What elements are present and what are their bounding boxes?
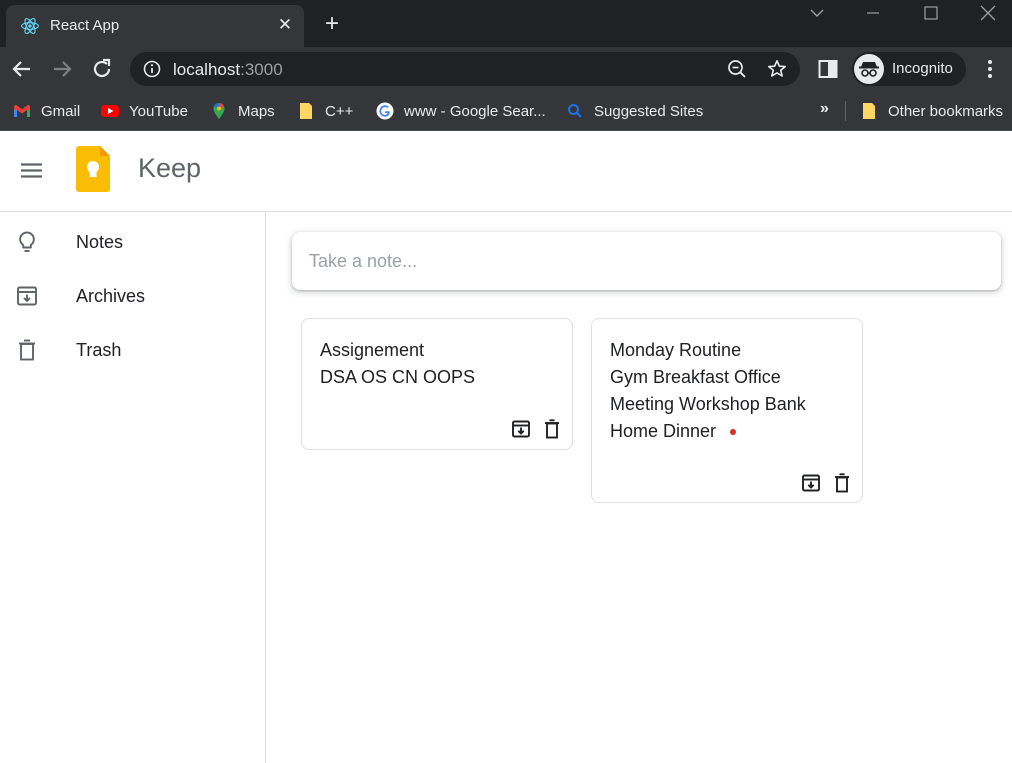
sidebar-item-label: Archives (76, 286, 146, 306)
note-title: Monday Routine (610, 340, 742, 360)
sidebar-item-label: Trash (76, 340, 122, 360)
browser-menu-icon[interactable] (978, 57, 1002, 81)
bookmarks-divider (845, 101, 846, 121)
note-card[interactable]: Monday Routine Gym Breakfast Office Meet… (591, 318, 863, 503)
bookmark-label: YouTube (129, 102, 188, 120)
back-icon[interactable] (10, 57, 34, 81)
note-content-line: Meeting Workshop Bank (610, 394, 806, 414)
forward-icon[interactable] (50, 57, 74, 81)
archive-icon[interactable] (800, 472, 822, 494)
take-note-input[interactable] (292, 232, 1001, 290)
keep-app: Keep Notes Archives Trash Take a note...… (0, 132, 1012, 763)
archive-icon[interactable] (510, 418, 532, 440)
new-tab-icon[interactable]: + (320, 12, 344, 36)
note-title: Assignement (320, 340, 425, 360)
tab-close-icon[interactable]: ✕ (274, 14, 296, 36)
folder-icon (863, 103, 875, 119)
bookmark-cpp-folder[interactable]: C++ (297, 100, 353, 122)
bookmark-label: Gmail (41, 102, 81, 120)
delete-icon[interactable] (831, 472, 853, 494)
react-logo-icon (21, 18, 39, 34)
folder-icon (300, 103, 312, 119)
note-content-line: Gym Breakfast Office (610, 367, 781, 387)
gmail-icon (14, 104, 30, 117)
sidebar-item-label: Notes (76, 232, 124, 252)
youtube-icon (101, 105, 119, 117)
bookmark-label: Suggested Sites (594, 102, 704, 120)
side-panel-icon[interactable] (816, 57, 840, 81)
bookmarks-bar: Gmail YouTube Maps C++ www - Google Sear… (0, 91, 1012, 131)
bookmark-youtube[interactable]: YouTube (101, 100, 188, 122)
bookmark-suggested-sites[interactable]: Suggested Sites (566, 100, 703, 122)
incognito-icon (854, 54, 884, 84)
address-bar[interactable]: localhost:3000 (130, 52, 800, 86)
search-icon (568, 104, 582, 118)
zoom-out-icon[interactable] (727, 59, 747, 79)
bookmark-gmail[interactable]: Gmail (13, 100, 80, 122)
window-close-icon[interactable] (977, 4, 999, 22)
bookmark-star-icon[interactable] (767, 59, 787, 79)
bookmark-label: C++ (325, 102, 354, 120)
hamburger-menu-icon[interactable] (19, 158, 45, 184)
sidebar-item-notes[interactable]: Notes (0, 214, 265, 268)
incognito-label: Incognito (892, 60, 953, 77)
bookmark-maps[interactable]: Maps (210, 100, 275, 122)
url-port: :3000 (240, 60, 283, 79)
delete-icon[interactable] (541, 418, 563, 440)
sidebar-item-trash[interactable]: Trash (0, 322, 265, 376)
note-card[interactable]: Assignement DSA OS CN OOPS (301, 318, 573, 450)
bookmark-label: Maps (238, 102, 275, 120)
sidebar: Notes Archives Trash (0, 212, 266, 763)
tab-search-chevron-icon[interactable] (806, 4, 828, 22)
bookmark-other-bookmarks[interactable]: Other bookmarks (860, 100, 1003, 122)
bookmark-google-search[interactable]: www - Google Sear... (376, 100, 546, 122)
browser-toolbar: localhost:3000 Incognito (0, 47, 1012, 91)
lightbulb-icon (19, 231, 35, 252)
note-content-line: DSA OS CN OOPS (320, 367, 476, 387)
app-header: Keep (0, 132, 1012, 212)
browser-tab[interactable]: React App ✕ (6, 5, 304, 47)
keep-logo-icon (76, 146, 110, 192)
cursor-dot (730, 429, 737, 435)
note-content-line: Home Dinner (610, 421, 717, 441)
incognito-profile-button[interactable]: Incognito (852, 52, 966, 86)
tab-title: React App (50, 17, 120, 34)
app-title: Keep (138, 153, 202, 183)
trash-icon (19, 339, 35, 361)
note-content-line-wrap: Home Dinner (610, 421, 737, 442)
google-icon (376, 102, 394, 120)
take-note-box[interactable] (292, 232, 1001, 290)
minimize-icon[interactable] (862, 4, 884, 22)
url-host: localhost (173, 60, 241, 79)
archive-icon (17, 286, 37, 306)
bookmarks-overflow-icon[interactable]: » (820, 100, 829, 118)
url-text: localhost:3000 (173, 60, 283, 80)
site-info-icon[interactable] (143, 60, 161, 78)
bookmark-label: www - Google Sear... (404, 102, 546, 120)
bookmark-label: Other bookmarks (888, 102, 1004, 120)
maps-icon (213, 103, 225, 119)
sidebar-item-archives[interactable]: Archives (0, 268, 265, 322)
reload-icon[interactable] (90, 57, 114, 81)
tab-strip: React App ✕ + (0, 0, 1012, 47)
maximize-icon[interactable] (920, 4, 942, 22)
